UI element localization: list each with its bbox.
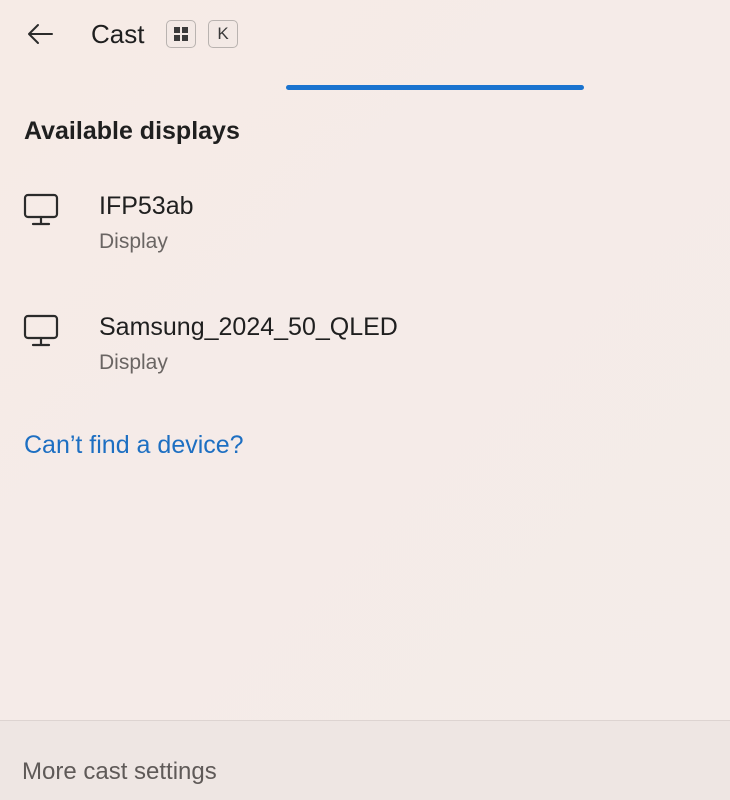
device-item[interactable]: Samsung_2024_50_QLED Display	[0, 301, 730, 393]
device-type: Display	[99, 351, 168, 374]
progress-indicator	[286, 85, 584, 90]
page-title: Cast	[91, 19, 145, 49]
windows-key-badge	[166, 20, 196, 48]
back-arrow-icon	[28, 24, 53, 44]
cast-panel: Cast K Available displays IFP53ab Displa…	[0, 0, 730, 800]
device-type: Display	[99, 230, 168, 253]
monitor-icon	[23, 314, 59, 347]
k-key-badge: K	[208, 20, 238, 48]
windows-logo-icon	[174, 27, 188, 41]
more-cast-settings-link[interactable]: More cast settings	[22, 757, 217, 787]
monitor-icon	[23, 193, 59, 226]
footer: More cast settings	[0, 720, 730, 800]
device-name: Samsung_2024_50_QLED	[99, 313, 398, 341]
cant-find-device-link[interactable]: Can’t find a device?	[24, 428, 244, 462]
back-button[interactable]	[18, 16, 62, 52]
device-name: IFP53ab	[99, 192, 194, 220]
header: Cast K	[0, 0, 730, 70]
device-item[interactable]: IFP53ab Display	[0, 180, 730, 272]
section-title: Available displays	[24, 117, 240, 145]
